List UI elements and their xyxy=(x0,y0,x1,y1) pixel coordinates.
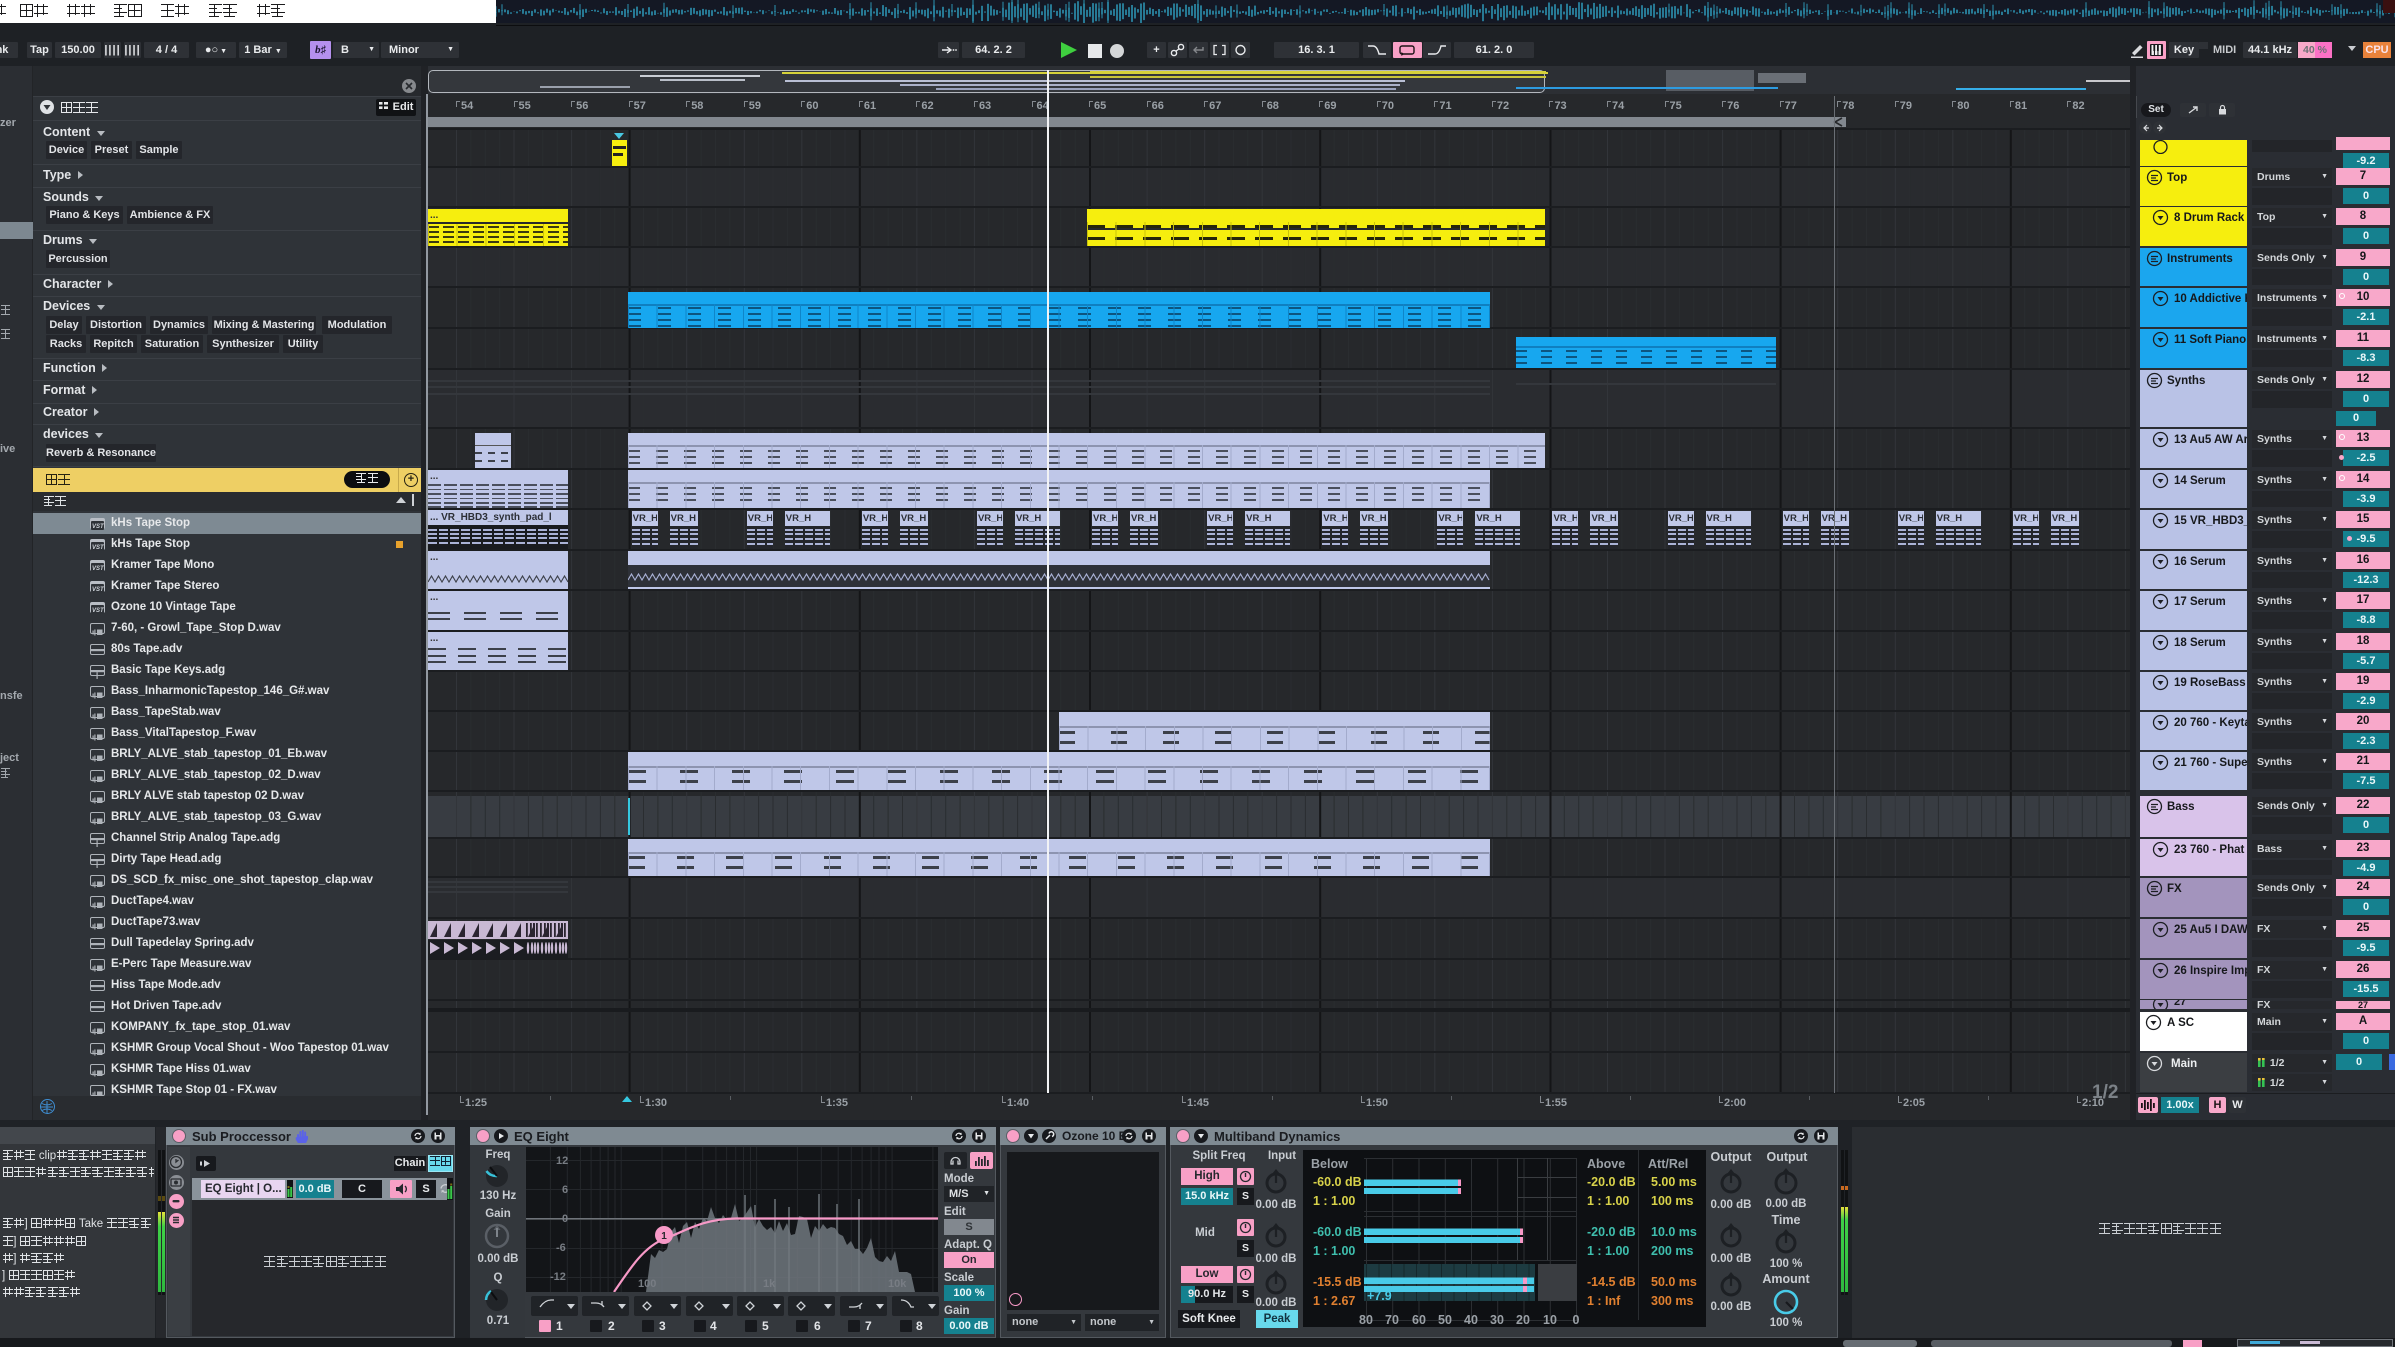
svg-text:30: 30 xyxy=(1490,1313,1504,1327)
svg-text:-60.0 dB: -60.0 dB xyxy=(1313,1175,1362,1189)
svg-text:Att/Rel: Att/Rel xyxy=(1648,1157,1688,1171)
svg-text:-6: -6 xyxy=(556,1242,566,1254)
svg-text:6: 6 xyxy=(562,1184,568,1196)
svg-text:1 : 1.00: 1 : 1.00 xyxy=(1587,1244,1629,1258)
svg-text:5.00 ms: 5.00 ms xyxy=(1651,1175,1697,1189)
svg-text:-12: -12 xyxy=(550,1271,566,1283)
svg-text:-15.5 dB: -15.5 dB xyxy=(1313,1275,1362,1289)
svg-text:1 : 1.00: 1 : 1.00 xyxy=(1587,1194,1629,1208)
svg-text:60: 60 xyxy=(1412,1313,1426,1327)
svg-text:VST: VST xyxy=(92,608,105,614)
svg-text:VST: VST xyxy=(92,524,105,530)
svg-text:100: 100 xyxy=(638,1278,656,1290)
svg-text:0: 0 xyxy=(562,1213,568,1225)
svg-text:1 : 1.00: 1 : 1.00 xyxy=(1313,1244,1355,1258)
svg-text:1 : 2.67: 1 : 2.67 xyxy=(1313,1294,1355,1308)
svg-text:1k: 1k xyxy=(763,1278,776,1290)
svg-text:10: 10 xyxy=(1543,1313,1557,1327)
svg-text:+7.9: +7.9 xyxy=(1367,1289,1392,1303)
svg-text:50: 50 xyxy=(1438,1313,1452,1327)
svg-text:200 ms: 200 ms xyxy=(1651,1244,1693,1258)
svg-text:-20.0 dB: -20.0 dB xyxy=(1587,1225,1636,1239)
svg-text:1 : 1.00: 1 : 1.00 xyxy=(1313,1194,1355,1208)
svg-text:50.0 ms: 50.0 ms xyxy=(1651,1275,1697,1289)
svg-text:10.0 ms: 10.0 ms xyxy=(1651,1225,1697,1239)
svg-text:300 ms: 300 ms xyxy=(1651,1294,1693,1308)
svg-text:-20.0 dB: -20.0 dB xyxy=(1587,1175,1636,1189)
svg-text:0: 0 xyxy=(1573,1313,1580,1327)
svg-text:VST: VST xyxy=(92,587,105,593)
svg-text:100 ms: 100 ms xyxy=(1651,1194,1693,1208)
svg-text:-14.5 dB: -14.5 dB xyxy=(1587,1275,1636,1289)
svg-text:Below: Below xyxy=(1311,1157,1348,1171)
svg-text:-60.0 dB: -60.0 dB xyxy=(1313,1225,1362,1239)
svg-text:80: 80 xyxy=(1359,1313,1373,1327)
svg-text:70: 70 xyxy=(1385,1313,1399,1327)
svg-text:40: 40 xyxy=(1464,1313,1478,1327)
svg-text:1: 1 xyxy=(661,1231,667,1242)
svg-text:1 : Inf: 1 : Inf xyxy=(1587,1294,1621,1308)
svg-text:10k: 10k xyxy=(888,1278,907,1290)
svg-text:VST: VST xyxy=(92,545,105,551)
svg-text:Above: Above xyxy=(1587,1157,1625,1171)
svg-text:12: 12 xyxy=(556,1155,568,1167)
svg-text:VST: VST xyxy=(92,566,105,572)
svg-text:20: 20 xyxy=(1516,1313,1530,1327)
